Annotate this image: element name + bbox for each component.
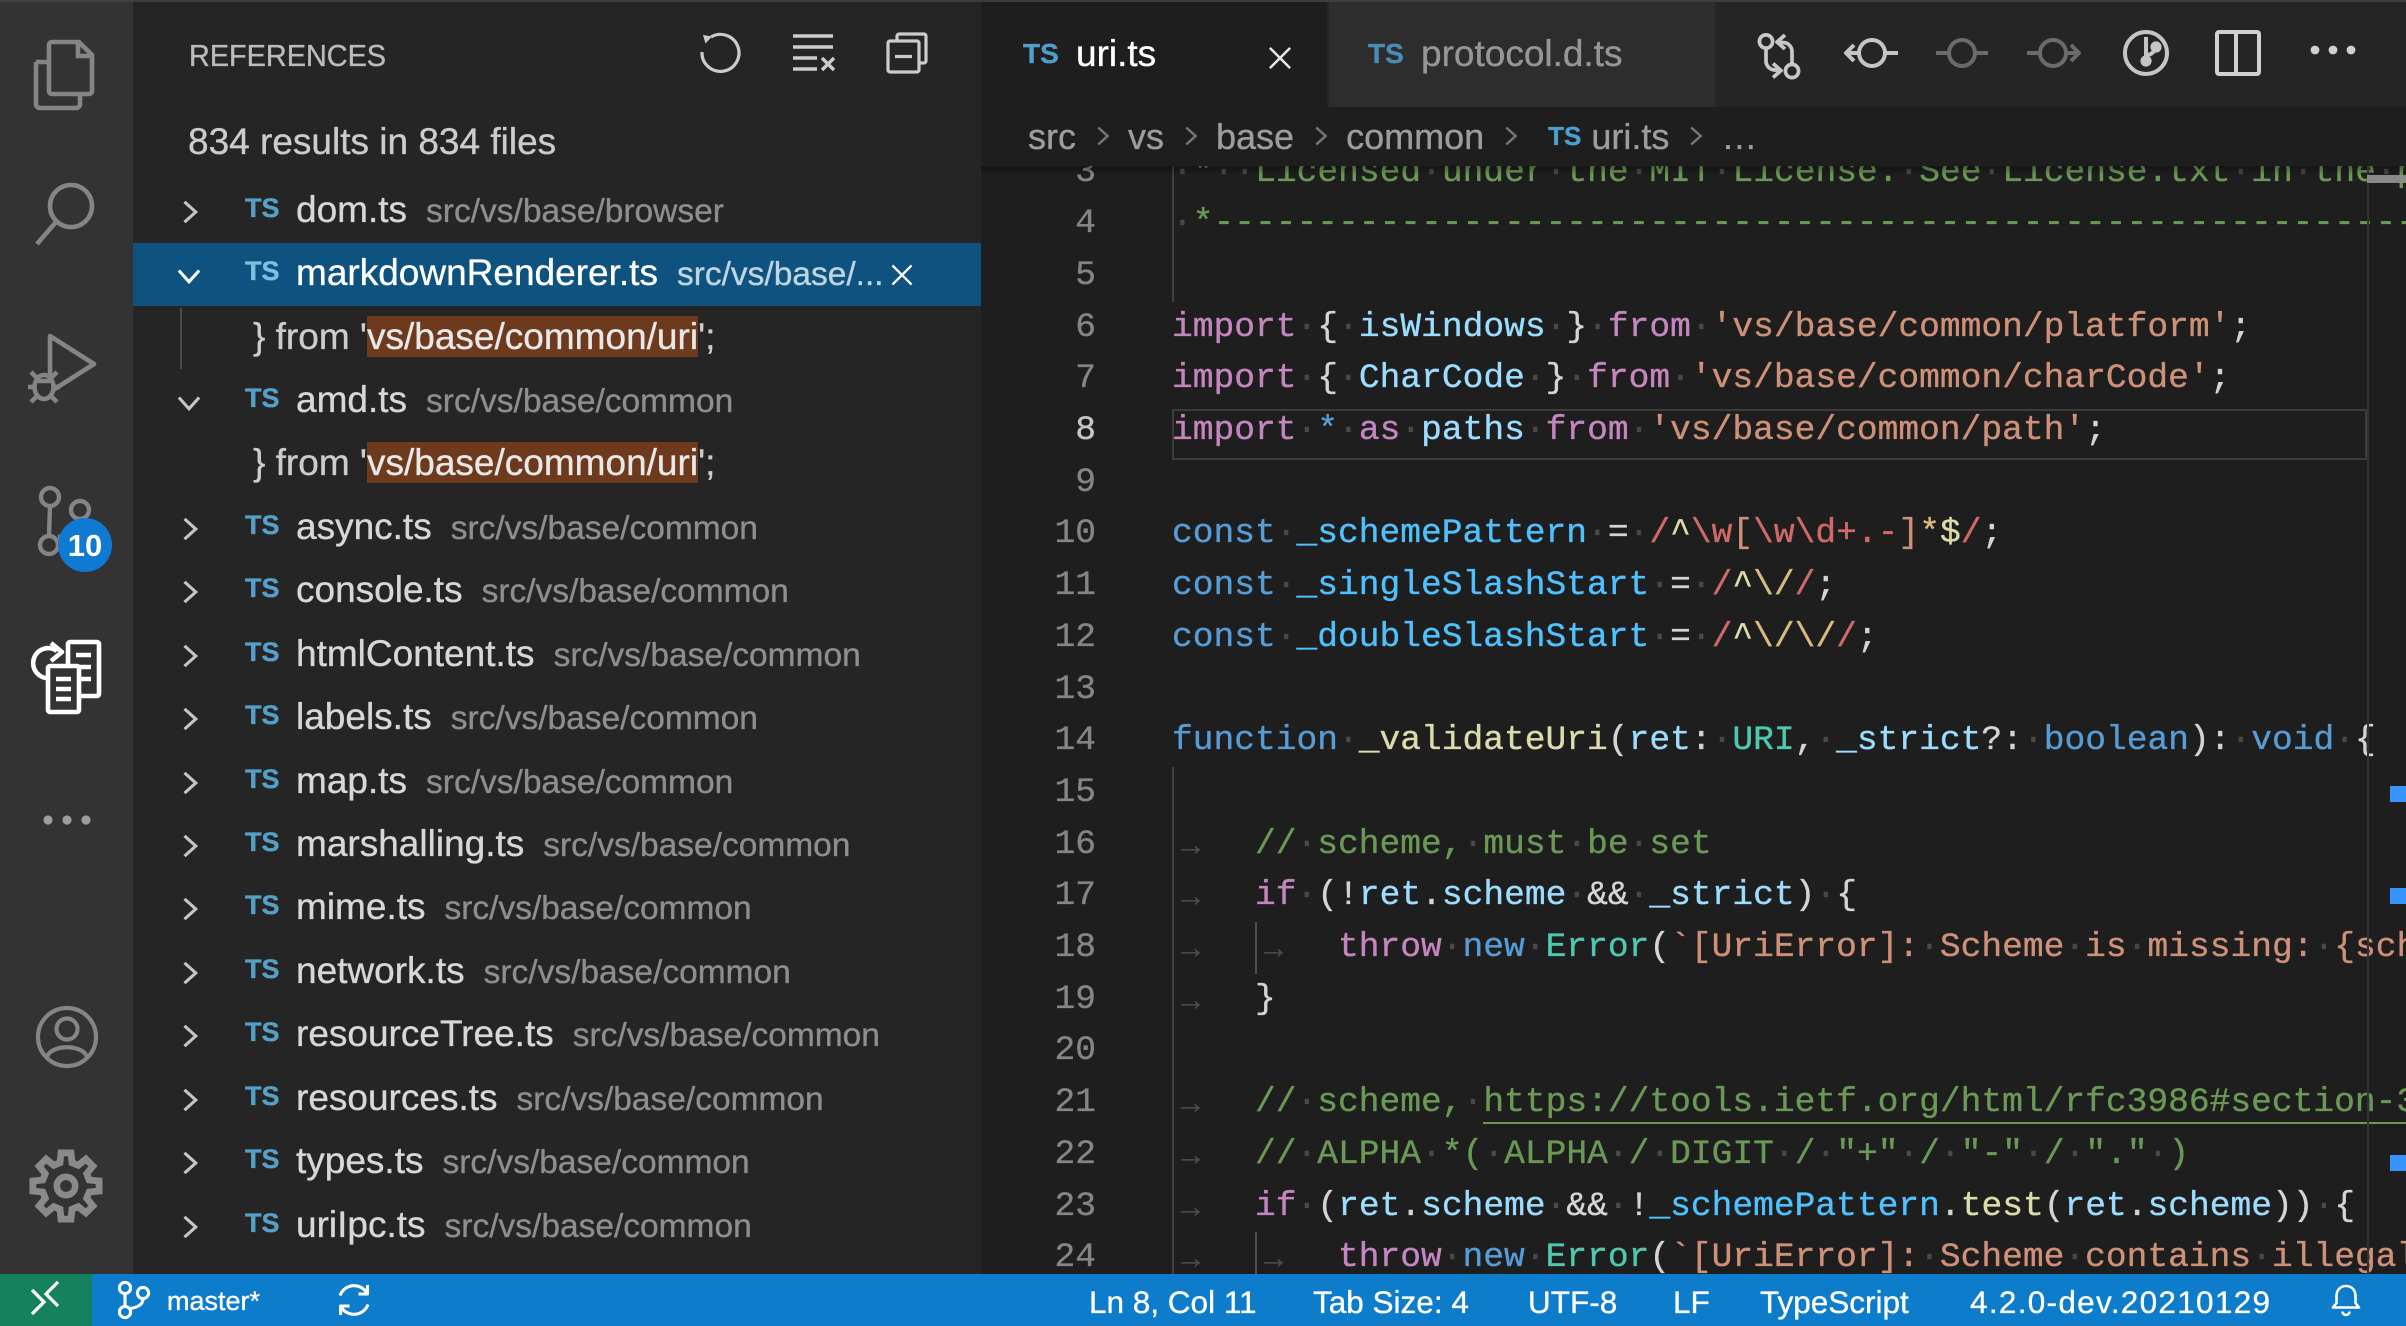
svg-text:10: 10 — [68, 528, 102, 563]
